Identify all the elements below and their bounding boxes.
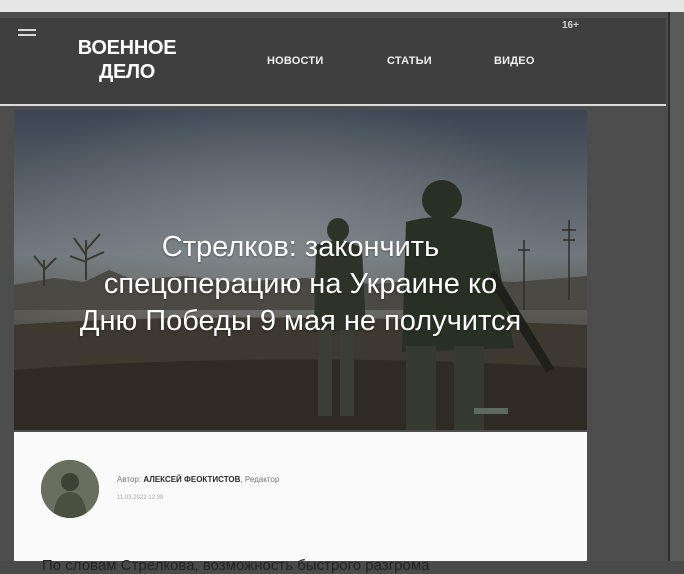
age-rating: 16+ (562, 20, 579, 31)
nav-articles[interactable]: СТАТЬИ (387, 55, 432, 67)
site-logo[interactable]: ВОЕННОЕ ДЕЛО (66, 36, 188, 84)
browser-top-strip (0, 0, 684, 12)
headline-line-1: Стрелков: закончить (161, 231, 440, 264)
nav-video[interactable]: ВИДЕО (494, 55, 535, 67)
scrollbar-track[interactable] (670, 12, 684, 561)
headline-line-2: спецоперацию на Украине ко (103, 268, 498, 301)
logo-line-2: ДЕЛО (99, 61, 155, 83)
article-body: Автор: АЛЕКСЕЙ ФЕОКТИСТОВ, Редактор 11.0… (14, 432, 587, 574)
author-role: , Редактор (240, 475, 280, 484)
nav-news[interactable]: НОВОСТИ (267, 55, 323, 67)
hamburger-menu-icon[interactable] (18, 29, 36, 39)
site-header: ВОЕННОЕ ДЕЛО НОВОСТИ СТАТЬИ ВИДЕО 16+ (0, 18, 666, 106)
byline-prefix: Автор: (117, 475, 142, 484)
publish-date: 11.03.2022 12:09 (117, 495, 164, 501)
author-byline: Автор: АЛЕКСЕЙ ФЕОКТИСТОВ, Редактор (117, 475, 279, 484)
article-lead-text: По словам Стрелкова, возможность быстрог… (42, 557, 430, 574)
hero-banner[interactable]: Стрелков: закончить спецоперацию на Укра… (14, 110, 587, 430)
soldier-avatar-icon (41, 460, 99, 518)
article-headline[interactable]: Стрелков: закончить спецоперацию на Укра… (14, 229, 587, 340)
author-name[interactable]: АЛЕКСЕЙ ФЕОКТИСТОВ (143, 475, 240, 484)
headline-line-3: Дню Победы 9 мая не получится (79, 305, 522, 338)
author-avatar[interactable] (41, 460, 99, 518)
logo-line-1: ВОЕННОЕ (77, 37, 177, 59)
